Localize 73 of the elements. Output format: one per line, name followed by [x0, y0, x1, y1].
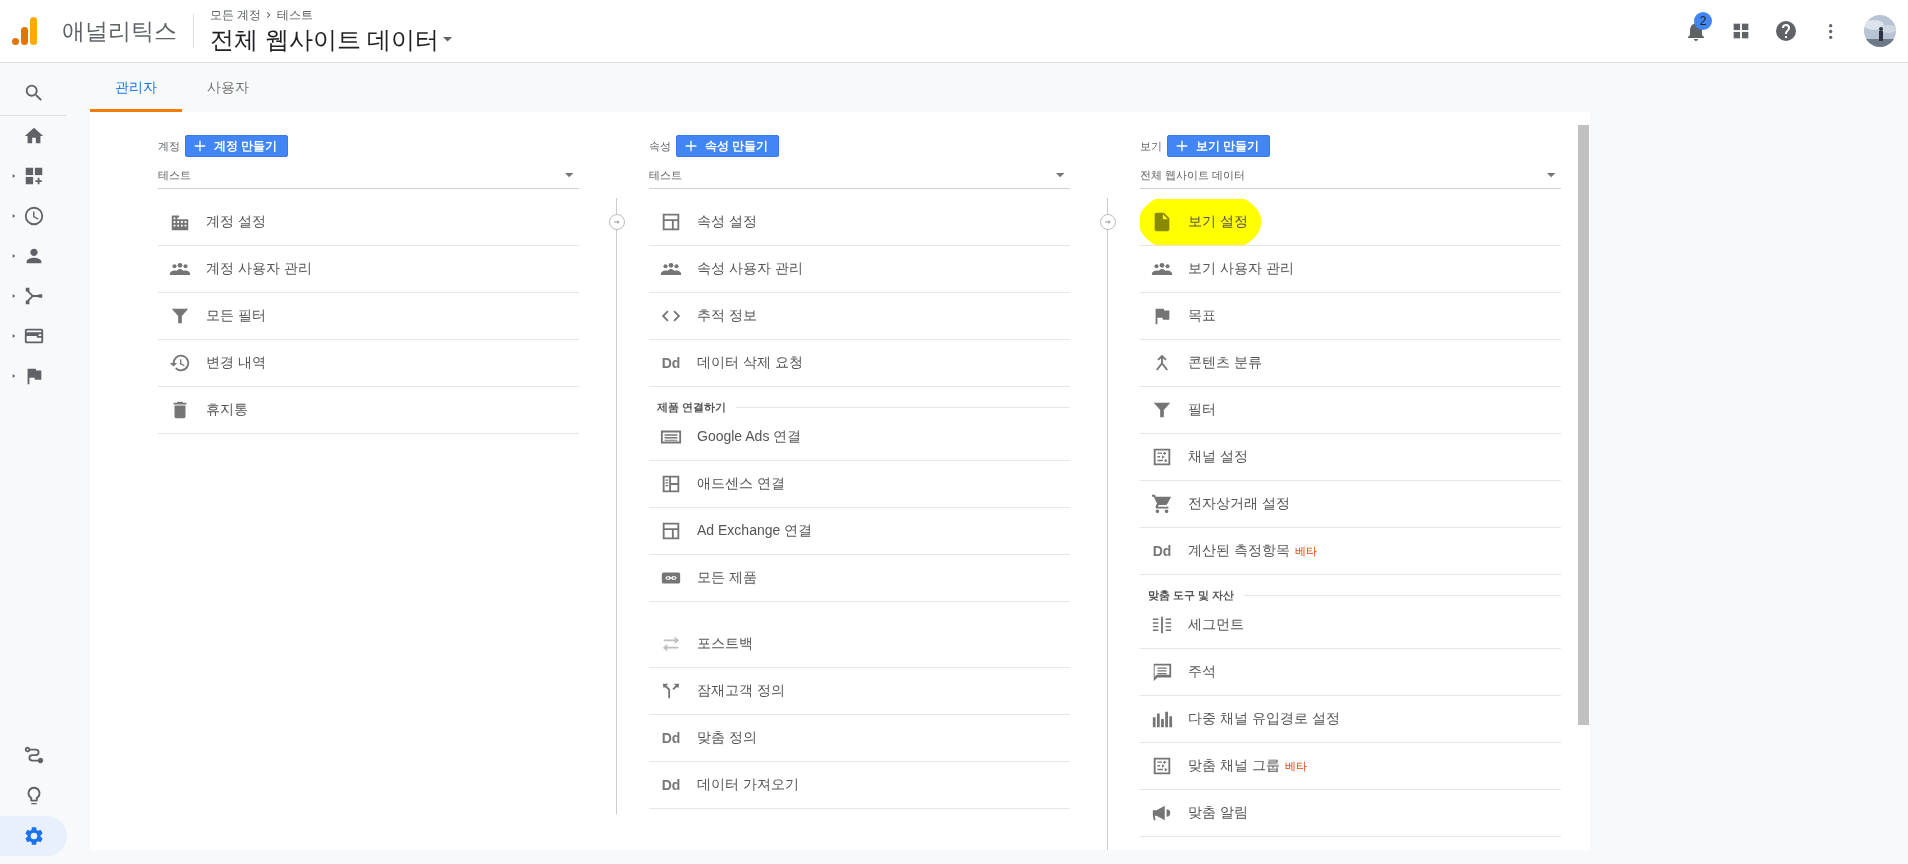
scrollbar[interactable] [1578, 125, 1589, 725]
arrow-circle-icon [609, 214, 625, 230]
menu-link[interactable]: 보기 설정 [1140, 199, 1561, 246]
menu-link[interactable]: Dd 맞춤 정의 [649, 715, 1070, 762]
dd-icon: Dd [659, 355, 683, 371]
product-name: 애널리틱스 [62, 16, 177, 46]
cart-icon [1150, 493, 1174, 515]
menu-link[interactable]: Google Ads 연결 [649, 414, 1070, 461]
caret-icon [1055, 173, 1064, 178]
menu-link[interactable]: 변경 내역 [158, 340, 579, 387]
nav-button[interactable] [0, 816, 67, 856]
menu-link[interactable]: 애드센스 연결 [649, 461, 1070, 508]
menu-link[interactable]: 다중 채널 유입경로 설정 [1140, 696, 1561, 743]
dd-icon: Dd [659, 777, 683, 793]
menu-link[interactable]: 맞춤 알림 [1140, 790, 1561, 837]
menu-link[interactable]: 필터 [1140, 387, 1561, 434]
menu-link[interactable]: 모든 필터 [158, 293, 579, 340]
settings-icon [22, 825, 45, 847]
menu-link[interactable]: 속성 사용자 관리 [649, 246, 1070, 293]
menu-link[interactable]: Dd 데이터 삭제 요청 [649, 340, 1070, 387]
menu-link[interactable]: Dd 계산된 측정항목 베타 [1140, 528, 1561, 575]
create-button[interactable]: 속성 만들기 [676, 135, 780, 157]
arrow-circle-icon [1100, 214, 1116, 230]
plus-icon [683, 138, 699, 154]
create-button[interactable]: 보기 만들기 [1167, 135, 1271, 157]
caret-icon [1546, 173, 1555, 178]
plus-icon [1174, 138, 1190, 154]
caret-icon [564, 173, 573, 178]
menu-link[interactable]: 목표 [1140, 293, 1561, 340]
beta-label: 베타 [1294, 543, 1317, 559]
plus-icon [192, 138, 208, 154]
menu-link[interactable]: 세그먼트 [1140, 602, 1561, 649]
tab[interactable]: 사용자 [182, 63, 274, 112]
help-icon [1774, 19, 1798, 43]
history-icon [168, 352, 192, 374]
menu-link[interactable]: 휴지통 [158, 387, 579, 434]
segment-icon [1150, 614, 1174, 636]
breadcrumb-link[interactable]: 모든 계정 [210, 6, 262, 24]
section-heading: 맞춤 도구 및 자산 [1147, 589, 1235, 602]
menu-link[interactable]: 보기 사용자 관리 [1140, 246, 1561, 293]
menu-link[interactable]: Ad Exchange 연결 [649, 508, 1070, 555]
dd-icon: Dd [659, 730, 683, 746]
menu-link[interactable]: 콘텐츠 분류 [1140, 340, 1561, 387]
selector-dropdown[interactable]: 테스트 [158, 161, 579, 189]
column-label: 계정 [158, 138, 180, 154]
logo-icon [12, 17, 38, 45]
menu-link[interactable]: 잠재고객 정의 [649, 668, 1070, 715]
view-title[interactable]: 전체 웹사이트 데이터 [210, 23, 440, 56]
selector-dropdown[interactable]: 전체 웹사이트 데이터 [1140, 161, 1561, 189]
column-label: 보기 [1140, 138, 1162, 154]
create-button[interactable]: 계정 만들기 [185, 135, 289, 157]
clock-icon [22, 205, 45, 227]
breadcrumb-link[interactable]: 테스트 [277, 6, 314, 24]
menu-link[interactable]: Dd 데이터 가져오기 [649, 762, 1070, 809]
more-icon [1829, 23, 1833, 39]
beta-label: 베타 [1284, 758, 1307, 774]
menu-link[interactable]: 모든 제품 [649, 555, 1070, 602]
selector-dropdown[interactable]: 테스트 [649, 161, 1070, 189]
menu-link[interactable]: 주석 [1140, 649, 1561, 696]
menu-link[interactable]: 속성 설정 [649, 199, 1070, 246]
notification-badge: 2 [1694, 12, 1712, 30]
menu-link[interactable]: 계정 사용자 관리 [158, 246, 579, 293]
notifications-button[interactable]: 2 [1679, 14, 1713, 48]
menu-link[interactable]: 추적 정보 [649, 293, 1070, 340]
section-heading: 제품 연결하기 [656, 401, 727, 414]
menu-link[interactable]: 포스트백 [649, 621, 1070, 668]
dd-icon: Dd [1150, 543, 1174, 559]
menu-link[interactable]: 전자상거래 설정 [1140, 481, 1561, 528]
caret-icon [443, 37, 453, 42]
menu-link[interactable]: 계정 설정 [158, 199, 579, 246]
column-label: 속성 [649, 138, 671, 154]
menu-link[interactable]: 채널 설정 [1140, 434, 1561, 481]
menu-link[interactable]: 맞춤 채널 그룹 베타 [1140, 743, 1561, 790]
